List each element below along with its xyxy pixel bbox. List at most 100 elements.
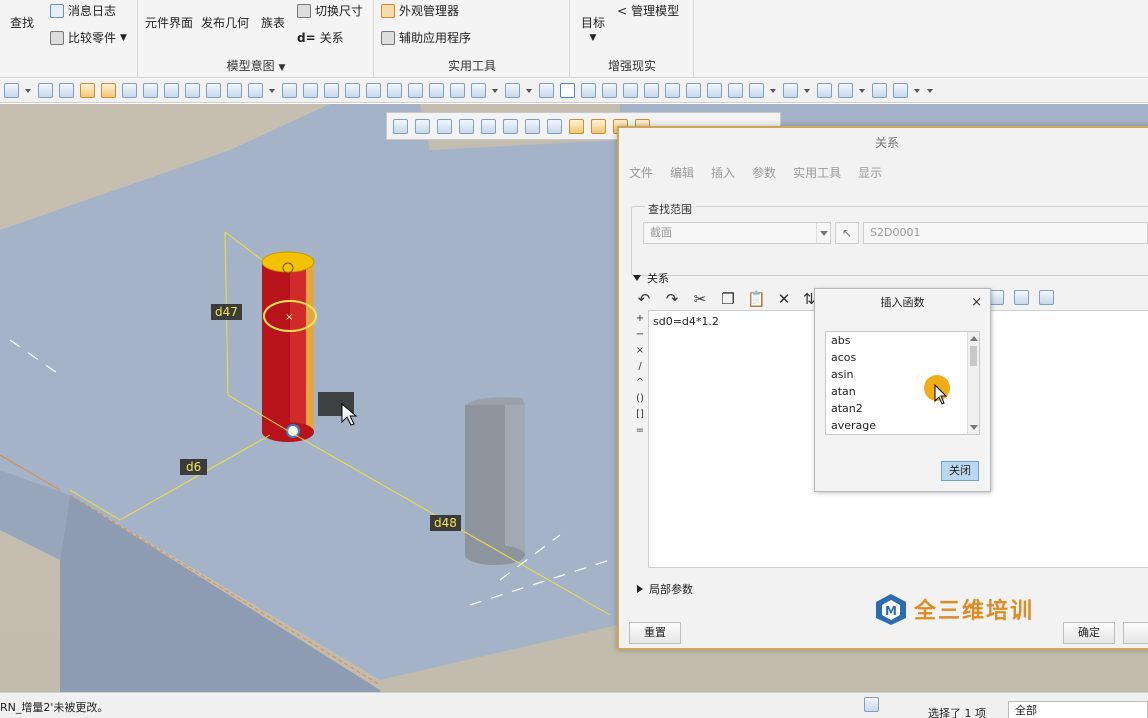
cut-icon[interactable]: ✂ [691, 290, 709, 308]
view-icon[interactable] [4, 83, 19, 98]
regenerate-icon[interactable] [185, 83, 200, 98]
auxiliary-apps-button[interactable]: 辅助应用程序 [381, 29, 471, 46]
chevron-down-icon[interactable] [859, 83, 866, 98]
switch-dimensions-button[interactable]: 切换尺寸 [297, 2, 363, 19]
screenshot-icon[interactable] [783, 83, 798, 98]
scroll-up-icon[interactable] [970, 336, 978, 341]
scroll-down-icon[interactable] [970, 425, 978, 430]
chevron-down-icon[interactable] [269, 83, 276, 98]
menu-file[interactable]: 文件 [629, 164, 653, 181]
draft-icon[interactable] [505, 83, 520, 98]
layers-icon[interactable] [38, 83, 53, 98]
menu-edit[interactable]: 编辑 [670, 164, 694, 181]
axis-display-icon[interactable] [686, 83, 701, 98]
function-list[interactable]: abs acos asin atan atan2 average [825, 331, 980, 435]
operator-parens[interactable]: () [633, 393, 647, 404]
chevron-down-icon[interactable] [770, 83, 777, 98]
annotation-icon[interactable] [591, 118, 606, 134]
undo-icon[interactable]: ↶ [635, 290, 653, 308]
save-as-icon[interactable] [143, 83, 158, 98]
dimension-label-d6[interactable]: d6 [180, 459, 208, 475]
cancel-button[interactable] [1123, 622, 1148, 644]
paste-icon[interactable]: 📋 [747, 290, 766, 308]
dimension-label-d47[interactable]: d47 [211, 304, 242, 320]
filter-select[interactable]: 全部 [1008, 701, 1148, 718]
zoom-in-icon[interactable] [415, 118, 430, 134]
menu-insert[interactable]: 插入 [711, 164, 735, 181]
redo-icon[interactable]: ↷ [663, 290, 681, 308]
chevron-down-icon[interactable] [804, 83, 811, 98]
sketch-display-icon[interactable] [569, 118, 584, 134]
copy-icon[interactable] [164, 83, 179, 98]
point-display-icon[interactable] [707, 83, 722, 98]
component-interface-button[interactable]: 元件界面 [145, 14, 193, 31]
function-item[interactable]: acos [826, 349, 979, 366]
function-list-scrollbar[interactable] [967, 332, 979, 434]
operator-minus[interactable]: − [633, 329, 647, 340]
copy-icon[interactable]: ❐ [719, 290, 737, 308]
chamfer-icon[interactable] [429, 83, 444, 98]
plane-icon[interactable] [282, 83, 297, 98]
orient-icon[interactable] [59, 83, 74, 98]
datum-display-icon[interactable] [644, 83, 659, 98]
select-pointer-button[interactable]: ↖ [835, 222, 859, 244]
no-hidden-icon[interactable] [623, 83, 638, 98]
menu-utilities[interactable]: 实用工具 [793, 164, 841, 181]
sketch-icon[interactable] [345, 83, 360, 98]
axis-icon[interactable] [303, 83, 318, 98]
manage-model-button[interactable]: < 管理模型 [617, 2, 679, 19]
menu-display[interactable]: 显示 [858, 164, 882, 181]
relations-button[interactable]: d= 关系 [297, 29, 344, 46]
function-item[interactable]: atan2 [826, 400, 979, 417]
dimension-label-d48[interactable]: d48 [430, 515, 461, 531]
round-icon[interactable] [408, 83, 423, 98]
operator-divide[interactable]: / [633, 361, 647, 372]
plane-display-icon[interactable] [665, 83, 680, 98]
function-item[interactable]: average [826, 417, 979, 434]
revolve-icon[interactable] [227, 83, 242, 98]
section-icon[interactable] [547, 118, 562, 134]
display-style-icon[interactable] [525, 118, 540, 134]
folder-icon[interactable] [101, 83, 116, 98]
display-icon[interactable] [539, 83, 554, 98]
operator-plus[interactable]: + [633, 313, 647, 324]
operator-brackets[interactable]: [] [633, 409, 647, 420]
grid-icon[interactable] [749, 83, 764, 98]
operator-multiply[interactable]: × [633, 345, 647, 356]
sweep-icon[interactable] [248, 83, 263, 98]
appearance-manager-button[interactable]: 外观管理器 [381, 2, 459, 19]
open-icon[interactable] [80, 83, 95, 98]
function-item[interactable]: atan [826, 383, 979, 400]
view-manager-icon[interactable] [481, 118, 496, 134]
wireframe-icon[interactable] [581, 83, 596, 98]
chevron-down-icon[interactable] [25, 83, 32, 98]
appearance-gallery-icon[interactable] [817, 83, 832, 98]
shell-icon[interactable] [450, 83, 465, 98]
function-icon[interactable] [989, 290, 1004, 305]
scope-select[interactable]: 截面 [643, 222, 831, 244]
menu-parameters[interactable]: 参数 [752, 164, 776, 181]
save-icon[interactable] [122, 83, 137, 98]
close-window-icon[interactable] [872, 83, 887, 98]
table-icon[interactable] [1014, 290, 1029, 305]
reset-button[interactable]: 重置 [629, 622, 681, 644]
compare-parts-button[interactable]: 比较零件 ▼ [50, 29, 127, 46]
measure-icon[interactable] [324, 83, 339, 98]
repaint-icon[interactable] [459, 118, 474, 134]
function-item[interactable]: abs [826, 332, 979, 349]
scroll-thumb[interactable] [970, 346, 977, 366]
zoom-fit-icon[interactable] [393, 118, 408, 134]
chevron-down-icon[interactable] [927, 83, 934, 98]
chevron-down-icon[interactable] [526, 83, 533, 98]
function-item[interactable]: asin [826, 366, 979, 383]
selection-icon[interactable] [864, 697, 879, 712]
close-icon[interactable]: × [971, 295, 982, 310]
rib-icon[interactable] [471, 83, 486, 98]
operator-power[interactable]: ^ [633, 377, 647, 388]
zoom-out-icon[interactable] [437, 118, 452, 134]
hole-icon[interactable] [387, 83, 402, 98]
chevron-down-icon[interactable] [492, 83, 499, 98]
csys-display-icon[interactable] [728, 83, 743, 98]
chevron-down-icon[interactable] [914, 83, 921, 98]
verify-icon[interactable] [1039, 290, 1054, 305]
